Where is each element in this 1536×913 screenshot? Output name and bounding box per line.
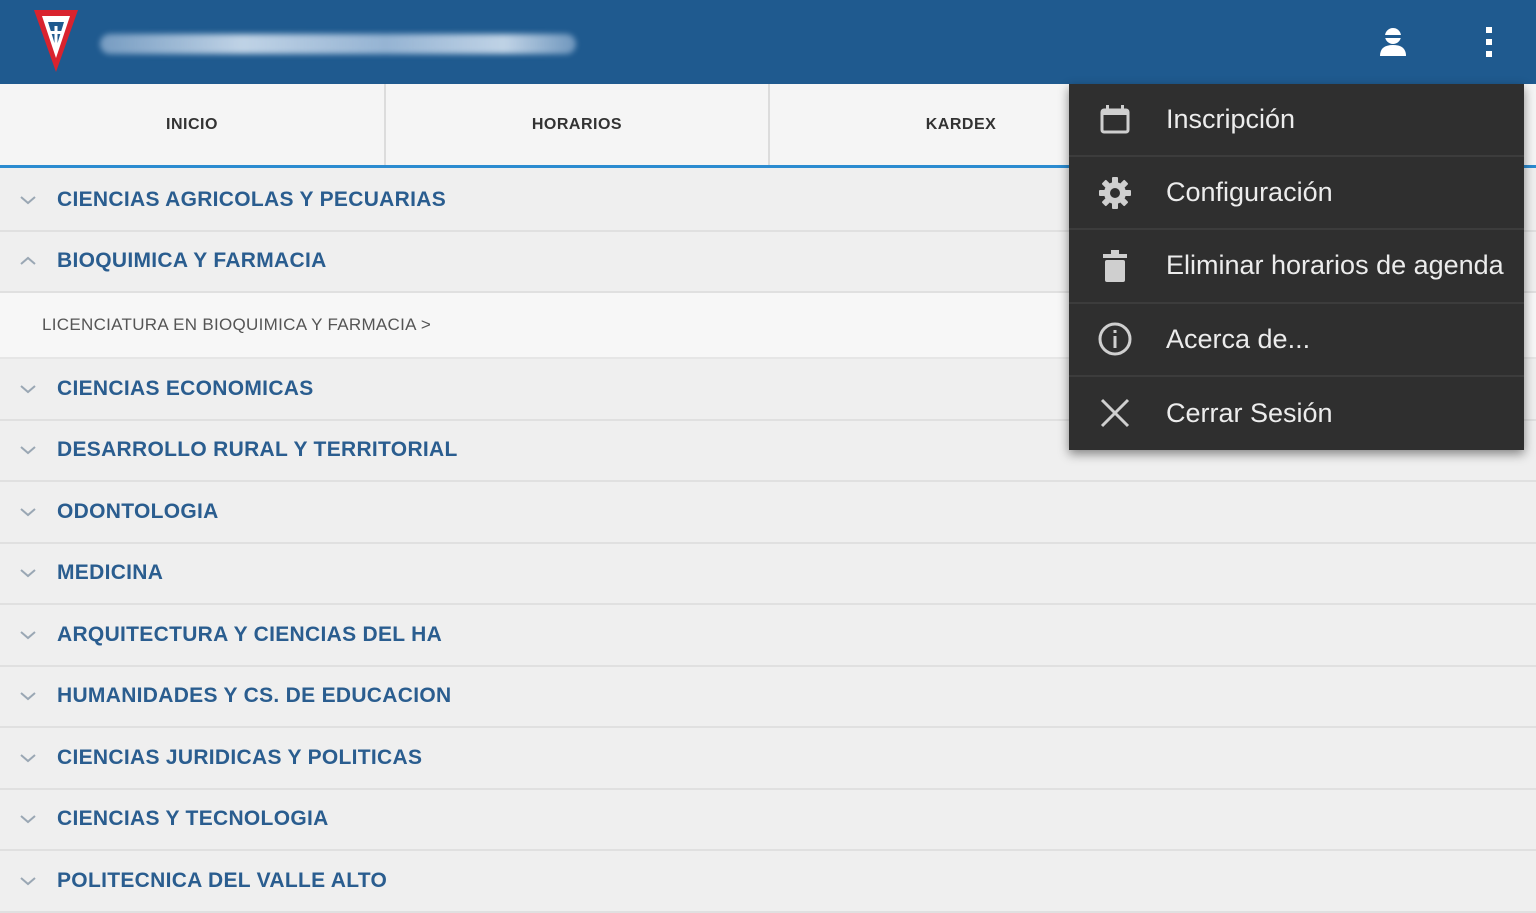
- trash-icon: [1103, 249, 1127, 282]
- menu-item-configuracion[interactable]: Configuración: [1069, 157, 1524, 231]
- menu-item-acerca-de[interactable]: Acerca de...: [1069, 304, 1524, 377]
- chevron-up-icon: [20, 256, 36, 266]
- faculty-row[interactable]: CIENCIAS Y TECNOLOGIA: [0, 789, 1536, 851]
- faculty-row[interactable]: MEDICINA: [0, 543, 1536, 605]
- calendar-icon: [1100, 104, 1130, 134]
- menu-item-label: Cerrar Sesión: [1166, 397, 1333, 428]
- faculty-row[interactable]: CIENCIAS JURIDICAS Y POLITICAS: [0, 728, 1536, 790]
- more-vert-icon: [1486, 27, 1492, 57]
- career-label: LICENCIATURA EN BIOQUIMICA Y FARMACIA >: [42, 315, 432, 334]
- chevron-down-icon: [20, 195, 36, 205]
- info-icon: [1098, 322, 1132, 356]
- chevron-down-icon: [20, 630, 36, 640]
- university-logo: [34, 10, 78, 72]
- app-title-redacted: [100, 34, 576, 54]
- faculty-label: POLITECNICA DEL VALLE ALTO: [57, 868, 388, 892]
- faculty-label: CIENCIAS ECONOMICAS: [57, 376, 314, 400]
- faculty-row[interactable]: ARQUITECTURA Y CIENCIAS DEL HA: [0, 605, 1536, 667]
- chevron-down-icon: [20, 569, 36, 578]
- menu-item-inscripcion[interactable]: Inscripción: [1069, 84, 1524, 158]
- faculty-label: CIENCIAS AGRICOLAS Y PECUARIAS: [57, 187, 446, 211]
- faculty-label: ARQUITECTURA Y CIENCIAS DEL HA: [57, 622, 443, 646]
- chevron-down-icon: [20, 876, 36, 886]
- tab-horarios[interactable]: HORARIOS: [384, 84, 768, 165]
- faculty-label: BIOQUIMICA Y FARMACIA: [57, 249, 327, 273]
- overflow-menu: Inscripción Configuración Eliminar horar…: [1069, 84, 1524, 450]
- chevron-down-icon: [20, 384, 36, 394]
- menu-item-label: Acerca de...: [1166, 323, 1311, 354]
- profile-button[interactable]: [1371, 20, 1415, 64]
- faculty-row[interactable]: HUMANIDADES Y CS. DE EDUCACION: [0, 666, 1536, 728]
- chevron-down-icon: [20, 507, 36, 517]
- faculty-label: HUMANIDADES Y CS. DE EDUCACION: [57, 684, 452, 708]
- gear-icon: [1099, 176, 1131, 209]
- faculty-row[interactable]: ODONTOLOGIA: [0, 482, 1536, 544]
- menu-item-cerrar-sesion[interactable]: Cerrar Sesión: [1069, 377, 1524, 450]
- chevron-down-icon: [20, 446, 36, 455]
- overflow-menu-button[interactable]: [1467, 20, 1511, 64]
- menu-item-label: Configuración: [1166, 177, 1333, 208]
- close-icon: [1100, 399, 1130, 428]
- menu-item-label: Inscripción: [1166, 104, 1296, 135]
- tab-inicio[interactable]: INICIO: [0, 84, 384, 165]
- user-icon: [1380, 28, 1406, 56]
- faculty-row[interactable]: POLITECNICA DEL VALLE ALTO: [0, 851, 1536, 913]
- faculty-label: CIENCIAS Y TECNOLOGIA: [57, 807, 329, 831]
- faculty-label: DESARROLLO RURAL Y TERRITORIAL: [57, 438, 458, 462]
- app-bar: [0, 0, 1536, 84]
- menu-item-label: Eliminar horarios de agenda: [1166, 250, 1504, 281]
- chevron-down-icon: [20, 815, 36, 824]
- faculty-label: MEDICINA: [57, 561, 164, 585]
- faculty-label: ODONTOLOGIA: [57, 499, 219, 523]
- faculty-label: CIENCIAS JURIDICAS Y POLITICAS: [57, 745, 423, 769]
- menu-item-eliminar-horarios[interactable]: Eliminar horarios de agenda: [1069, 230, 1524, 304]
- chevron-down-icon: [20, 753, 36, 763]
- chevron-down-icon: [20, 692, 36, 701]
